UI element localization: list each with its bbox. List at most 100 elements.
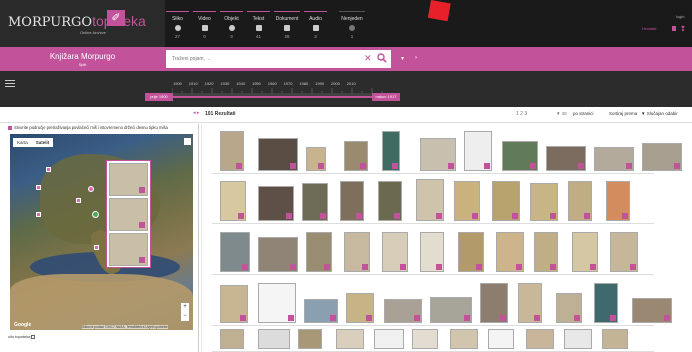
panel-divider[interactable]	[198, 124, 199, 352]
timeline-year[interactable]: 1930	[220, 81, 236, 86]
search-icon[interactable]	[377, 53, 387, 63]
timeline-year[interactable]: 1940	[236, 81, 252, 86]
map-marker[interactable]	[46, 167, 51, 172]
timeline-range[interactable]	[173, 96, 373, 98]
category-sliko[interactable]: Sliko 27	[166, 11, 189, 45]
result-thumbnail[interactable]	[374, 329, 404, 349]
per-page-select[interactable]: ▼ 36	[556, 111, 567, 116]
result-thumbnail[interactable]	[594, 283, 618, 323]
result-thumbnail[interactable]	[258, 283, 296, 323]
sort-select[interactable]: ▼ Slučajan odabir	[641, 111, 678, 116]
result-thumbnail[interactable]	[220, 285, 248, 323]
map-marker[interactable]	[88, 186, 94, 192]
result-thumbnail[interactable]	[492, 181, 520, 221]
result-thumbnail[interactable]	[304, 299, 338, 323]
result-thumbnail[interactable]	[258, 186, 294, 221]
result-thumbnail[interactable]	[430, 297, 472, 323]
result-thumbnail[interactable]	[220, 181, 246, 221]
result-thumbnail[interactable]	[382, 232, 408, 272]
result-thumbnail[interactable]	[534, 232, 558, 272]
result-thumbnail[interactable]	[530, 183, 558, 221]
logo[interactable]: MORPURGOtopoteka ✐ Online Archive	[0, 0, 165, 47]
category-video[interactable]: Video 0	[193, 11, 216, 45]
result-thumbnail[interactable]	[302, 183, 328, 221]
result-thumbnail[interactable]	[344, 232, 370, 272]
fullscreen-icon[interactable]	[184, 138, 191, 145]
timeline-year[interactable]: 1980	[299, 81, 315, 86]
result-thumbnail[interactable]	[568, 181, 592, 221]
result-thumbnail[interactable]	[220, 232, 250, 272]
result-thumbnail[interactable]	[610, 232, 638, 272]
result-thumbnail[interactable]	[416, 179, 444, 221]
category-dokument[interactable]: Dokument 26	[274, 11, 300, 45]
checkbox-icon[interactable]	[8, 125, 12, 130]
timeline-year[interactable]: 1970	[284, 81, 300, 86]
timeline-year[interactable]: 1900	[173, 81, 189, 86]
result-thumbnail[interactable]	[564, 329, 592, 349]
map-marker[interactable]	[94, 245, 99, 250]
timeline-year[interactable]: 1910	[189, 81, 205, 86]
result-thumbnail[interactable]	[340, 181, 364, 221]
result-thumbnail[interactable]	[572, 232, 598, 272]
result-thumbnail[interactable]	[496, 232, 524, 272]
popup-thumbnail[interactable]	[109, 233, 148, 266]
chevron-down-icon[interactable]: ▾	[401, 55, 404, 62]
clear-icon[interactable]: ✕	[364, 53, 372, 64]
map-tab-satelit[interactable]: Satelit	[31, 138, 54, 147]
search-input[interactable]	[166, 50, 356, 68]
category-extra[interactable]: Nenjeden 1	[339, 11, 365, 45]
collapse-icon[interactable]: ◂ ▸	[193, 110, 199, 116]
map-tab-karta[interactable]: Karta	[13, 138, 32, 147]
timeline-start-button[interactable]: prije 1900	[145, 93, 173, 101]
language-switch[interactable]: Hrvatski	[642, 26, 656, 31]
timeline-year[interactable]: 1920	[205, 81, 221, 86]
result-thumbnail[interactable]	[450, 329, 478, 349]
result-thumbnail[interactable]	[488, 329, 514, 349]
timeline-year[interactable]: 1960	[268, 81, 284, 86]
zoom-control[interactable]: + −	[181, 303, 189, 321]
result-thumbnail[interactable]	[298, 329, 322, 349]
result-thumbnail[interactable]	[384, 299, 422, 323]
result-thumbnail[interactable]	[546, 146, 586, 171]
result-thumbnail[interactable]	[220, 329, 244, 349]
map-cluster-marker[interactable]	[92, 211, 99, 218]
map-toggle[interactable]: cilo topoteka	[8, 334, 36, 339]
pagination[interactable]: 1 2 3	[516, 111, 527, 117]
menu-icon[interactable]	[5, 80, 15, 88]
login-link[interactable]: login	[676, 14, 684, 19]
map-marker[interactable]	[36, 212, 41, 217]
result-thumbnail[interactable]	[556, 293, 582, 323]
result-thumbnail[interactable]	[346, 293, 374, 323]
timeline-year[interactable]: 1950	[252, 81, 268, 86]
result-thumbnail[interactable]	[258, 138, 298, 171]
map[interactable]	[10, 134, 193, 330]
category-audio[interactable]: Audio 3	[304, 11, 327, 45]
timeline-year[interactable]: 2010	[347, 81, 363, 86]
timeline-year[interactable]: 2000	[331, 81, 347, 86]
result-thumbnail[interactable]	[382, 131, 400, 171]
result-thumbnail[interactable]	[258, 329, 290, 349]
result-thumbnail[interactable]	[518, 283, 542, 323]
result-thumbnail[interactable]	[412, 329, 438, 349]
map-marker[interactable]	[76, 198, 81, 203]
result-thumbnail[interactable]	[642, 143, 682, 171]
result-thumbnail[interactable]	[594, 147, 634, 171]
result-thumbnail[interactable]	[420, 138, 456, 171]
result-thumbnail[interactable]	[344, 141, 368, 171]
result-thumbnail[interactable]	[258, 237, 298, 272]
result-thumbnail[interactable]	[420, 232, 444, 272]
result-thumbnail[interactable]	[480, 283, 508, 323]
result-thumbnail[interactable]	[526, 329, 554, 349]
chevron-right-icon[interactable]: ›	[415, 55, 417, 61]
checkbox-icon[interactable]	[31, 334, 36, 339]
popup-thumbnail[interactable]	[109, 198, 148, 231]
category-objekt[interactable]: Objekt 3	[220, 11, 243, 45]
result-thumbnail[interactable]	[336, 329, 364, 349]
map-popup[interactable]	[106, 160, 151, 268]
popup-thumbnail[interactable]	[109, 163, 148, 196]
result-thumbnail[interactable]	[220, 131, 244, 171]
result-thumbnail[interactable]	[464, 131, 492, 171]
result-thumbnail[interactable]	[378, 181, 402, 221]
result-thumbnail[interactable]	[602, 329, 628, 349]
result-thumbnail[interactable]	[306, 232, 332, 272]
